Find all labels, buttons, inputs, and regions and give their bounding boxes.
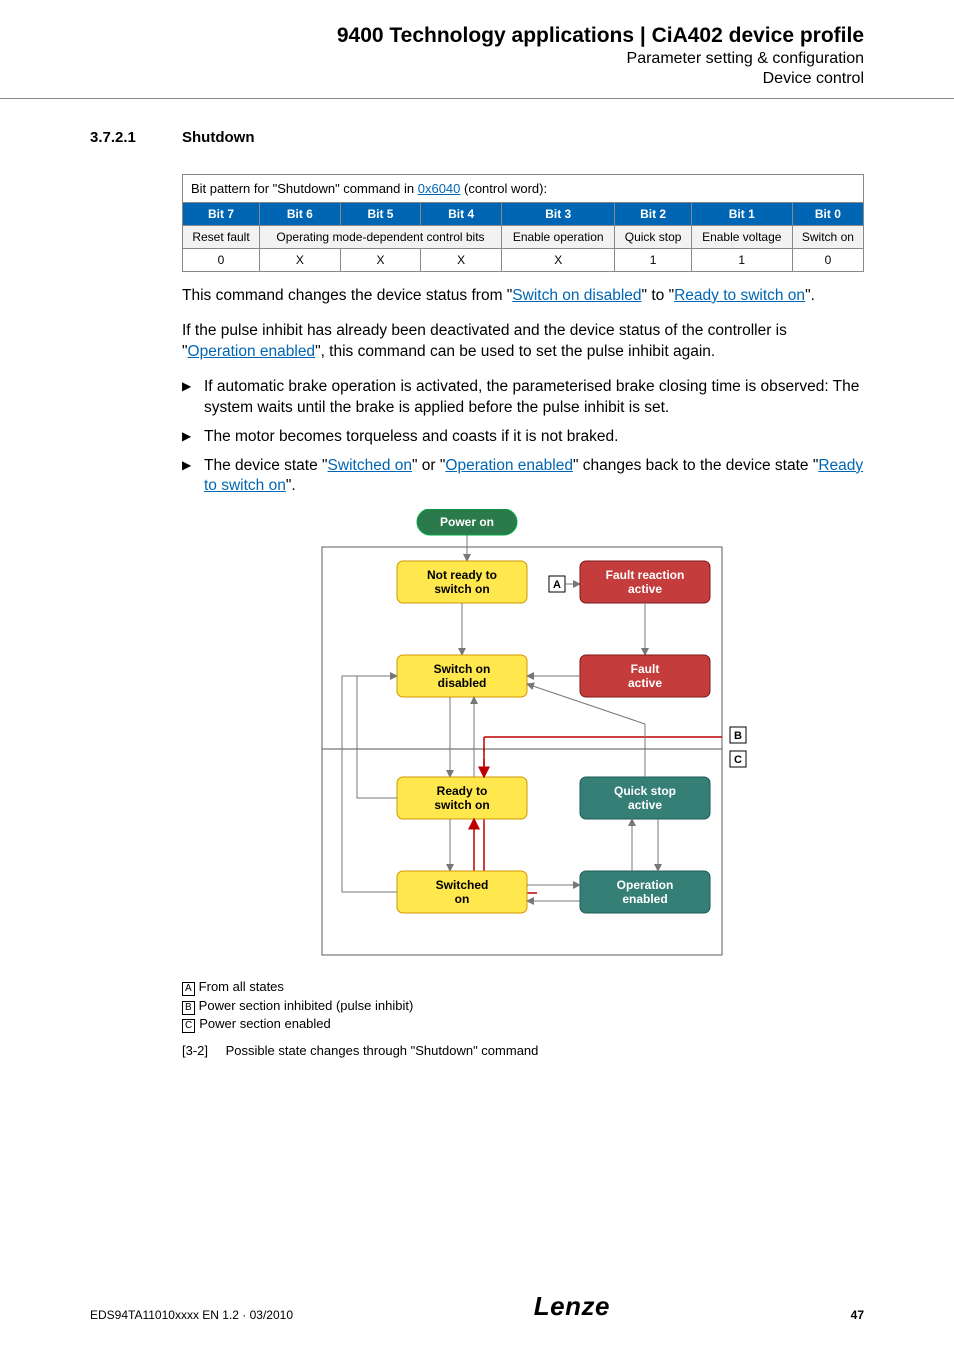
svg-text:Fault: Fault xyxy=(631,662,660,676)
footer-logo: Lenze xyxy=(534,1291,610,1322)
svg-text:on: on xyxy=(455,892,470,906)
val-bit1: 1 xyxy=(691,249,792,272)
svg-text:Not ready to: Not ready to xyxy=(427,568,497,582)
svg-text:B: B xyxy=(734,730,742,742)
th-bit0: Bit 0 xyxy=(792,203,863,226)
th-bit3: Bit 3 xyxy=(501,203,615,226)
footer-docid: EDS94TA11010xxxx EN 1.2 · 03/2010 xyxy=(90,1308,293,1322)
svg-text:enabled: enabled xyxy=(622,892,667,906)
legend-a: From all states xyxy=(199,979,284,994)
svg-text:active: active xyxy=(628,798,662,812)
svg-text:C: C xyxy=(734,754,742,766)
svg-text:Fault reaction: Fault reaction xyxy=(606,568,685,582)
legend-b: Power section inhibited (pulse inhibit) xyxy=(199,998,414,1013)
val-bit3: X xyxy=(501,249,615,272)
th-bit6: Bit 6 xyxy=(260,203,341,226)
bullet-list: If automatic brake operation is activate… xyxy=(182,377,864,498)
val-bit4: X xyxy=(421,249,502,272)
header-sub2: Device control xyxy=(90,70,864,88)
svg-text:switch on: switch on xyxy=(434,798,489,812)
header-sub1: Parameter setting & configuration xyxy=(90,50,864,68)
table-caption: Bit pattern for "Shutdown" command in 0x… xyxy=(182,174,864,202)
th-bit2: Bit 2 xyxy=(615,203,691,226)
footer-page: 47 xyxy=(851,1308,864,1322)
figure-text: Possible state changes through "Shutdown… xyxy=(226,1043,539,1058)
svg-text:Switched: Switched xyxy=(436,878,489,892)
page-footer: EDS94TA11010xxxx EN 1.2 · 03/2010 Lenze … xyxy=(90,1291,864,1322)
node-power-on: Power on xyxy=(440,515,494,529)
th-bit7: Bit 7 xyxy=(183,203,260,226)
svg-text:Quick stop: Quick stop xyxy=(614,784,676,798)
svg-text:switch on: switch on xyxy=(434,582,489,596)
val-bit5: X xyxy=(340,249,421,272)
page-header: 9400 Technology applications | CiA402 de… xyxy=(0,0,954,99)
link-switched-on[interactable]: Switched on xyxy=(328,457,412,474)
link-ready-to-switch-on[interactable]: Ready to switch on xyxy=(674,287,805,304)
content-area: 3.7.2.1 Shutdown Bit pattern for "Shutdo… xyxy=(0,99,954,1058)
figure-caption: [3-2] Possible state changes through "Sh… xyxy=(182,1043,864,1058)
paragraph-1: This command changes the device status f… xyxy=(182,286,864,307)
bullet-1: If automatic brake operation is activate… xyxy=(182,377,864,419)
label-bit0: Switch on xyxy=(792,226,863,249)
legend-c: Power section enabled xyxy=(199,1016,331,1031)
th-bit5: Bit 5 xyxy=(340,203,421,226)
link-operation-enabled[interactable]: Operation enabled xyxy=(188,343,316,360)
diagram-legend: AFrom all states BPower section inhibite… xyxy=(182,978,864,1033)
svg-text:Ready to: Ready to xyxy=(437,784,488,798)
svg-text:active: active xyxy=(628,676,662,690)
state-diagram-svg: Power on Not ready to switch on A Fault … xyxy=(182,509,862,969)
label-bit1: Enable voltage xyxy=(691,226,792,249)
svg-text:disabled: disabled xyxy=(438,676,487,690)
th-bit4: Bit 4 xyxy=(421,203,502,226)
val-bit6: X xyxy=(260,249,341,272)
label-bit654: Operating mode-dependent control bits xyxy=(260,226,502,249)
svg-text:Switch on: Switch on xyxy=(434,662,491,676)
state-diagram: Power on Not ready to switch on A Fault … xyxy=(182,509,864,1033)
val-bit0: 0 xyxy=(792,249,863,272)
section-number: 3.7.2.1 xyxy=(90,129,154,146)
paragraph-2: If the pulse inhibit has already been de… xyxy=(182,321,864,363)
label-bit2: Quick stop xyxy=(615,226,691,249)
bullet-3: The device state "Switched on" or "Opera… xyxy=(182,456,864,498)
link-0x6040[interactable]: 0x6040 xyxy=(418,181,461,196)
section-heading: 3.7.2.1 Shutdown xyxy=(90,129,864,146)
bit-pattern-table: Bit 7 Bit 6 Bit 5 Bit 4 Bit 3 Bit 2 Bit … xyxy=(182,202,864,272)
val-bit7: 0 xyxy=(183,249,260,272)
th-bit1: Bit 1 xyxy=(691,203,792,226)
header-title: 9400 Technology applications | CiA402 de… xyxy=(90,24,864,48)
section-title: Shutdown xyxy=(182,129,254,146)
svg-text:active: active xyxy=(628,582,662,596)
link-switch-on-disabled[interactable]: Switch on disabled xyxy=(512,287,641,304)
label-bit3: Enable operation xyxy=(501,226,615,249)
label-bit7: Reset fault xyxy=(183,226,260,249)
bullet-2: The motor becomes torqueless and coasts … xyxy=(182,427,864,448)
figure-number: [3-2] xyxy=(182,1043,208,1058)
svg-text:Operation: Operation xyxy=(617,878,674,892)
section-body: Bit pattern for "Shutdown" command in 0x… xyxy=(182,174,864,1058)
svg-text:A: A xyxy=(553,579,561,591)
val-bit2: 1 xyxy=(615,249,691,272)
link-operation-enabled-2[interactable]: Operation enabled xyxy=(445,457,573,474)
